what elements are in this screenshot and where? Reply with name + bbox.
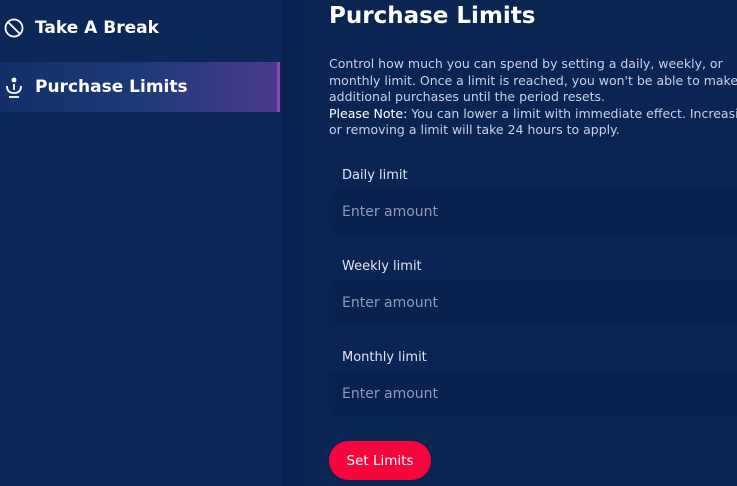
block-icon: [3, 17, 25, 39]
sidebar-item-label: Take A Break: [35, 18, 159, 38]
sidebar-divider: [282, 0, 318, 486]
set-limits-button[interactable]: Set Limits: [329, 441, 431, 480]
note-line: Please Note: You can lower a limit with …: [329, 106, 737, 123]
sidebar: Take A Break Purchase Limits: [0, 0, 282, 486]
note-text: You can lower a limit with immediate eff…: [407, 105, 737, 121]
monthly-limit-input[interactable]: [329, 371, 737, 416]
description: Control how much you can spend by settin…: [329, 56, 737, 139]
note-label: Please Note:: [329, 105, 408, 121]
monthly-limit-label: Monthly limit: [342, 350, 427, 365]
sidebar-item-take-a-break[interactable]: Take A Break: [0, 3, 280, 53]
weekly-limit-input[interactable]: [329, 280, 737, 325]
daily-limit-label: Daily limit: [342, 168, 408, 183]
note-line: or removing a limit will take 24 hours t…: [329, 122, 620, 138]
daily-limit-input[interactable]: [329, 189, 737, 234]
page-title: Purchase Limits: [329, 3, 536, 29]
sidebar-item-purchase-limits[interactable]: Purchase Limits: [0, 62, 280, 112]
description-line: monthly limit. Once a limit is reached, …: [329, 72, 737, 88]
description-line: additional purchases until the period re…: [329, 89, 606, 105]
weekly-limit-label: Weekly limit: [342, 259, 422, 274]
person-icon: [3, 76, 25, 98]
description-line: Control how much you can spend by settin…: [329, 56, 723, 71]
main-panel: Purchase Limits Control how much you can…: [329, 0, 737, 486]
sidebar-item-label: Purchase Limits: [35, 77, 188, 97]
